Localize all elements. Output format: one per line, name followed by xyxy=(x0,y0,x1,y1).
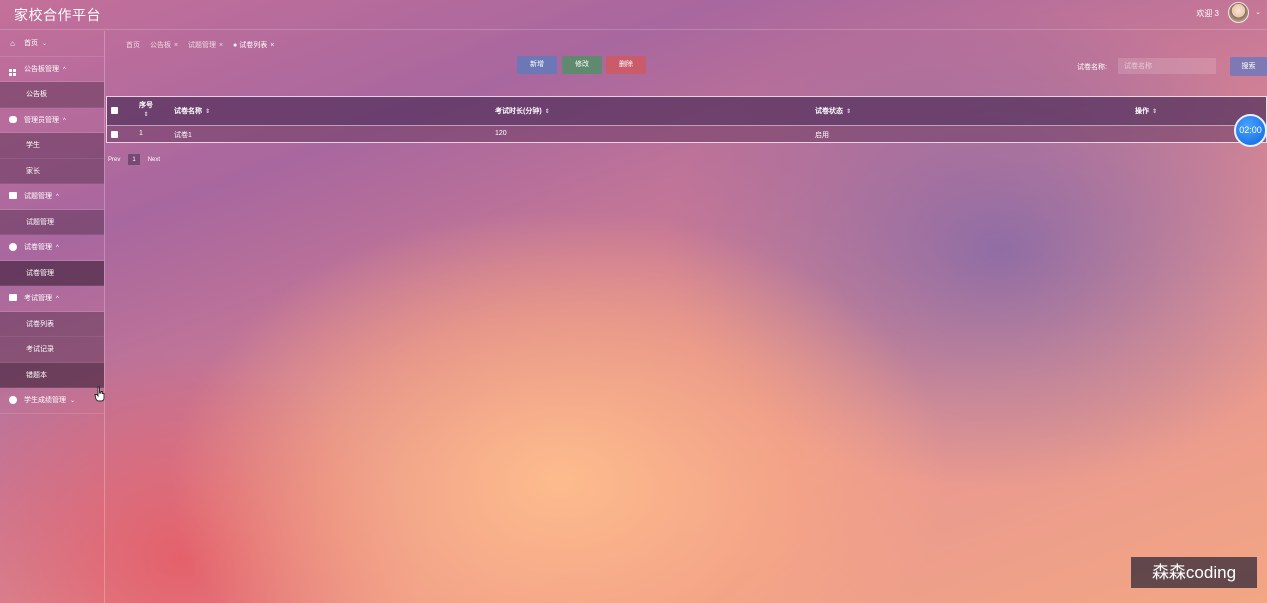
sidebar-item-question-management[interactable]: 试题管理 ^ xyxy=(0,184,104,210)
sort-icon[interactable]: ⇕ xyxy=(846,109,851,115)
sidebar-item-label: 试卷管理 xyxy=(24,244,52,251)
sidebar-item-label: 首页 xyxy=(24,40,38,47)
hand-cursor-icon xyxy=(94,386,105,402)
admin-icon xyxy=(8,115,17,125)
sidebar-item-label: 公告板管理 xyxy=(24,65,59,73)
welcome-text: 欢迎 3 xyxy=(1196,9,1219,18)
edit-button[interactable]: 修改 xyxy=(562,56,602,74)
sidebar-item-label: 考试管理 xyxy=(24,295,52,302)
sidebar-item-paper-management[interactable]: 试卷管理 ^ xyxy=(0,235,104,261)
table-row[interactable]: 1 试卷1 120 启用 xyxy=(107,125,1266,142)
sidebar-item-label: 管理员管理 xyxy=(24,116,59,124)
sidebar-item-label: 试题管理 xyxy=(24,193,52,200)
app-title: 家校合作平台 xyxy=(14,7,101,23)
search-button[interactable]: 搜索 xyxy=(1230,57,1267,76)
chevron-up-icon: ^ xyxy=(63,66,66,73)
sort-icon[interactable]: ⇕ xyxy=(205,109,210,115)
sidebar-subitem-wrong-book[interactable]: 错题本 xyxy=(0,362,104,388)
delete-button[interactable]: 删除 xyxy=(606,56,646,74)
sidebar-item-exam-management[interactable]: 考试管理 ^ xyxy=(0,286,104,312)
folder-icon xyxy=(8,192,17,201)
column-header-status[interactable]: 试卷状态 ⇕ xyxy=(815,106,851,116)
column-header-actions[interactable]: 操作 ⇕ xyxy=(1135,106,1157,116)
close-icon[interactable]: × xyxy=(219,42,223,49)
sidebar-subitem-notice-board[interactable]: 公告板 xyxy=(0,82,104,108)
tab-paper-list[interactable]: ● 试卷列表 × xyxy=(233,40,274,50)
home-icon: ⌂ xyxy=(10,39,15,48)
sort-icon[interactable]: ⇕ xyxy=(545,109,550,115)
sidebar-subitem-exam-records[interactable]: 考试记录 xyxy=(0,337,104,363)
table-header: 序号 ⇕ 试卷名称 ⇕ 考试时长(分钟) ⇕ 试卷状态 ⇕ 操作 ⇕ xyxy=(107,97,1266,125)
folder-icon xyxy=(8,294,17,303)
chevron-down-icon: ⌄ xyxy=(42,41,48,47)
tab-question-management[interactable]: 试题管理 × xyxy=(188,40,223,50)
pagination: Prev 1 Next xyxy=(108,153,160,166)
sidebar-item-admin-management[interactable]: 管理员管理 ^ xyxy=(0,108,104,133)
cell-seq: 1 xyxy=(139,130,143,137)
sidebar-item-home[interactable]: ⌂ 首页 ⌄ xyxy=(0,31,104,57)
sidebar-subitem-students[interactable]: 学生 xyxy=(0,133,104,159)
tab-bar: 首页 公告板 × 试题管理 × ● 试卷列表 × xyxy=(126,40,282,50)
column-header-name[interactable]: 试卷名称 ⇕ xyxy=(174,106,210,116)
column-header-seq[interactable]: 序号 ⇕ xyxy=(139,100,153,118)
watermark: 森森coding xyxy=(1131,557,1257,588)
clock-icon xyxy=(8,396,17,405)
sort-icon[interactable]: ⇕ xyxy=(139,111,153,118)
chevron-down-icon: ⌄ xyxy=(70,398,76,404)
add-button[interactable]: 新增 xyxy=(517,56,557,74)
prev-page-link[interactable]: Prev xyxy=(108,157,120,163)
cell-status: 启用 xyxy=(815,132,829,139)
clock-icon xyxy=(8,243,17,252)
close-icon[interactable]: × xyxy=(270,42,274,49)
sidebar: ⌂ 首页 ⌄ 公告板管理 ^ 公告板 管理员管理 ^ 学生 家长 试题管理 ^ 试题管理… xyxy=(0,31,105,603)
tab-home[interactable]: 首页 xyxy=(126,40,140,50)
page-number-current[interactable]: 1 xyxy=(127,153,142,166)
sidebar-item-notice-management[interactable]: 公告板管理 ^ xyxy=(0,57,104,82)
sidebar-subitem-papers[interactable]: 试卷管理 xyxy=(0,260,104,286)
search-input[interactable] xyxy=(1118,58,1216,74)
chevron-up-icon: ^ xyxy=(56,245,59,251)
sidebar-item-label: 学生成绩管理 xyxy=(24,397,66,404)
countdown-timer[interactable]: 02:00 xyxy=(1234,114,1267,147)
paper-table: 序号 ⇕ 试卷名称 ⇕ 考试时长(分钟) ⇕ 试卷状态 ⇕ 操作 ⇕ 1 试卷1 120… xyxy=(106,96,1267,143)
cell-duration: 120 xyxy=(495,130,507,137)
sidebar-subitem-parents[interactable]: 家长 xyxy=(0,158,104,184)
chevron-up-icon: ^ xyxy=(56,296,59,302)
select-all-checkbox[interactable] xyxy=(111,107,118,114)
row-checkbox[interactable] xyxy=(111,131,118,138)
chevron-down-icon[interactable]: ⌄ xyxy=(1255,8,1261,16)
tab-notice-board[interactable]: 公告板 × xyxy=(150,40,178,50)
column-header-duration[interactable]: 考试时长(分钟) ⇕ xyxy=(495,106,550,116)
chevron-up-icon: ^ xyxy=(63,117,66,124)
next-page-link[interactable]: Next xyxy=(148,157,160,163)
cell-name: 试卷1 xyxy=(174,132,192,139)
grid-icon xyxy=(8,65,17,76)
user-avatar[interactable] xyxy=(1228,2,1249,23)
top-bar: 家校合作平台 欢迎 3 ⌄ xyxy=(0,0,1267,30)
chevron-up-icon: ^ xyxy=(56,194,59,200)
close-icon[interactable]: × xyxy=(174,42,178,49)
search-label: 试卷名称: xyxy=(1077,64,1107,71)
sort-icon[interactable]: ⇕ xyxy=(1152,109,1157,115)
sidebar-subitem-paper-list[interactable]: 试卷列表 xyxy=(0,311,104,337)
sidebar-subitem-questions[interactable]: 试题管理 xyxy=(0,209,104,235)
sidebar-item-score-management[interactable]: 学生成绩管理 ⌄ xyxy=(0,388,104,414)
